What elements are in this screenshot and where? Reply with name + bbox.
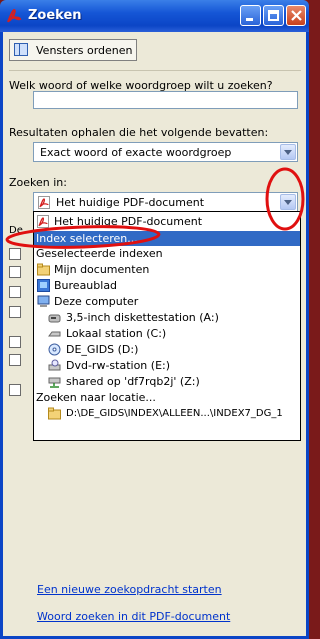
scope-dropdown-list[interactable]: Het huidige PDF-document Index selectere… xyxy=(33,211,301,441)
arrange-windows-icon xyxy=(14,43,28,56)
dvd-drive-icon xyxy=(48,359,61,371)
pdf-icon xyxy=(37,215,49,228)
minimize-button[interactable] xyxy=(240,5,261,26)
checkbox[interactable] xyxy=(9,306,21,318)
desktop-icon xyxy=(37,279,50,292)
list-item-index-select[interactable]: Index selecteren... xyxy=(34,231,300,246)
divider xyxy=(9,70,301,71)
find-in-document-link[interactable]: Woord zoeken in dit PDF-document xyxy=(37,610,230,623)
results-label: Resultaten ophalen die het volgende beva… xyxy=(9,126,269,139)
computer-icon xyxy=(37,295,50,307)
checkbox[interactable] xyxy=(9,384,21,396)
floppy-icon xyxy=(48,314,61,323)
list-item[interactable]: 3,5-inch diskettestation (A:) xyxy=(34,310,300,325)
window-frame-right xyxy=(306,32,309,639)
cd-drive-icon xyxy=(48,343,61,356)
match-mode-value: Exact woord of exacte woordgroep xyxy=(40,146,232,159)
pdf-icon xyxy=(38,196,50,209)
list-item[interactable]: D:\DE_GIDS\INDEX\ALLEEN...\INDEX7_DG_1 xyxy=(34,406,300,421)
drive-icon xyxy=(48,331,61,337)
arrange-windows-label: Vensters ordenen xyxy=(36,44,133,57)
hidden-de-label: De xyxy=(9,225,23,236)
list-item[interactable]: Zoeken naar locatie... xyxy=(34,390,300,405)
network-drive-icon xyxy=(48,377,61,388)
list-item[interactable]: Deze computer xyxy=(34,294,300,309)
checkbox[interactable] xyxy=(9,336,21,348)
list-item[interactable]: Dvd-rw-station (E:) xyxy=(34,358,300,373)
arrange-windows-button[interactable]: Vensters ordenen xyxy=(9,39,137,61)
checkbox[interactable] xyxy=(9,354,21,366)
search-input[interactable] xyxy=(33,91,298,109)
scope-label: Zoeken in: xyxy=(9,176,67,189)
close-icon xyxy=(291,10,302,21)
list-item[interactable]: shared op 'df7rqb2j' (Z:) xyxy=(34,374,300,389)
new-search-link[interactable]: Een nieuwe zoekopdracht starten xyxy=(37,583,222,596)
list-item[interactable]: Bureaublad xyxy=(34,278,300,293)
checkbox[interactable] xyxy=(9,286,21,298)
chevron-down-icon[interactable] xyxy=(280,194,296,210)
folder-icon xyxy=(37,263,50,276)
close-button[interactable] xyxy=(286,5,306,26)
scope-select[interactable]: Het huidige PDF-document xyxy=(33,192,298,212)
checkbox[interactable] xyxy=(9,248,21,260)
minimize-icon xyxy=(246,18,253,21)
maximize-icon xyxy=(268,10,279,21)
chevron-down-icon[interactable] xyxy=(280,144,296,160)
list-item[interactable]: Mijn documenten xyxy=(34,262,300,277)
window-title: Zoeken xyxy=(28,8,82,23)
maximize-button[interactable] xyxy=(263,5,284,26)
scope-value: Het huidige PDF-document xyxy=(56,196,205,209)
acrobat-icon xyxy=(7,8,22,23)
checkbox[interactable] xyxy=(9,266,21,278)
folder-icon xyxy=(48,407,61,420)
list-item[interactable]: Lokaal station (C:) xyxy=(34,326,300,341)
list-item[interactable]: DE_GIDS (D:) xyxy=(34,342,300,357)
list-item[interactable]: Geselecteerde indexen xyxy=(34,246,300,261)
title-bar[interactable]: Zoeken xyxy=(0,0,309,32)
list-item[interactable]: Het huidige PDF-document xyxy=(34,214,300,229)
match-mode-select[interactable]: Exact woord of exacte woordgroep xyxy=(33,142,298,162)
